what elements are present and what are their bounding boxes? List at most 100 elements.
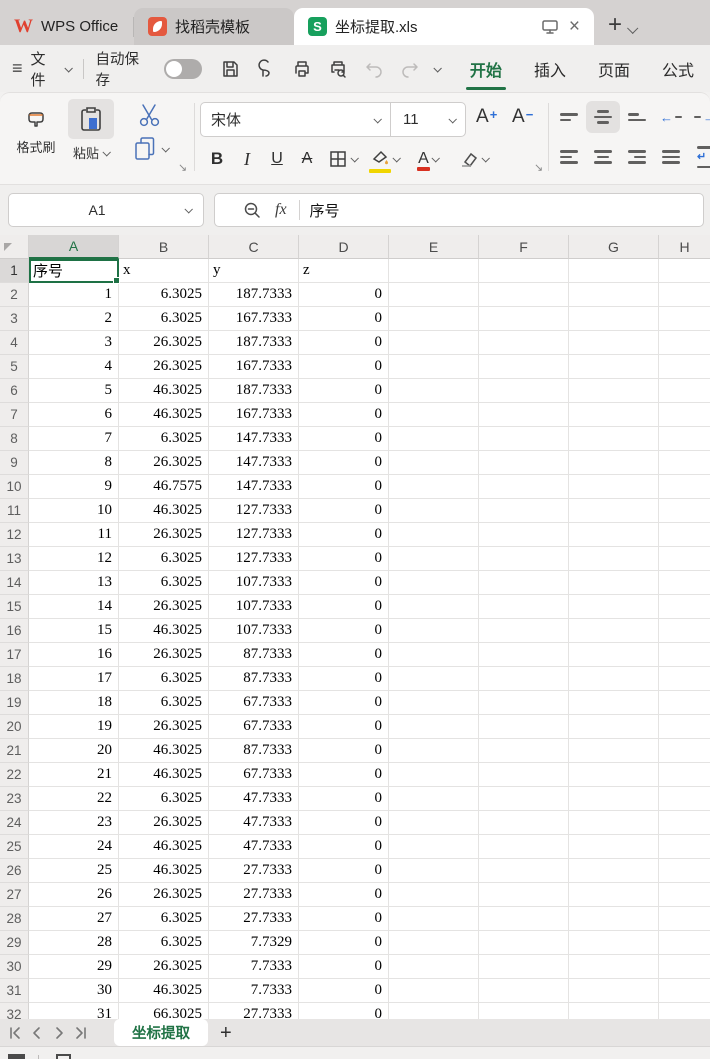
- cell-C32[interactable]: 27.7333: [209, 1003, 299, 1019]
- cell-F6[interactable]: [479, 379, 569, 403]
- cell-D13[interactable]: 0: [299, 547, 389, 571]
- cell-G4[interactable]: [569, 331, 659, 355]
- cell-F2[interactable]: [479, 283, 569, 307]
- row-header-27[interactable]: 27: [0, 883, 29, 907]
- cell-A7[interactable]: 6: [29, 403, 119, 427]
- cell-D15[interactable]: 0: [299, 595, 389, 619]
- cell-B32[interactable]: 66.3025: [119, 1003, 209, 1019]
- cell-E31[interactable]: [389, 979, 479, 1003]
- decrease-font-button[interactable]: A−: [512, 106, 533, 128]
- cell-H31[interactable]: [659, 979, 710, 1003]
- cell-H24[interactable]: [659, 811, 710, 835]
- cell-A19[interactable]: 18: [29, 691, 119, 715]
- print-preview-icon[interactable]: [327, 58, 349, 80]
- cell-D6[interactable]: 0: [299, 379, 389, 403]
- row-header-26[interactable]: 26: [0, 859, 29, 883]
- cell-F29[interactable]: [479, 931, 569, 955]
- align-top-button[interactable]: [552, 101, 586, 133]
- print-icon[interactable]: [291, 58, 313, 80]
- cell-C14[interactable]: 107.7333: [209, 571, 299, 595]
- cell-B4[interactable]: 26.3025: [119, 331, 209, 355]
- column-header-A[interactable]: A: [29, 235, 119, 259]
- cell-H20[interactable]: [659, 715, 710, 739]
- cell-D20[interactable]: 0: [299, 715, 389, 739]
- cell-E20[interactable]: [389, 715, 479, 739]
- cell-C19[interactable]: 67.7333: [209, 691, 299, 715]
- cell-B16[interactable]: 46.3025: [119, 619, 209, 643]
- cell-E23[interactable]: [389, 787, 479, 811]
- column-header-E[interactable]: E: [389, 235, 479, 259]
- cell-A25[interactable]: 24: [29, 835, 119, 859]
- cell-A5[interactable]: 4: [29, 355, 119, 379]
- cell-B9[interactable]: 26.3025: [119, 451, 209, 475]
- cell-E29[interactable]: [389, 931, 479, 955]
- cell-H28[interactable]: [659, 907, 710, 931]
- column-header-H[interactable]: H: [659, 235, 710, 259]
- cell-G21[interactable]: [569, 739, 659, 763]
- cell-H10[interactable]: [659, 475, 710, 499]
- cell-F32[interactable]: [479, 1003, 569, 1019]
- cell-B10[interactable]: 46.7575: [119, 475, 209, 499]
- cell-F13[interactable]: [479, 547, 569, 571]
- cell-B28[interactable]: 6.3025: [119, 907, 209, 931]
- cell-D16[interactable]: 0: [299, 619, 389, 643]
- cell-F16[interactable]: [479, 619, 569, 643]
- row-header-32[interactable]: 32: [0, 1003, 29, 1019]
- cell-F27[interactable]: [479, 883, 569, 907]
- cell-G9[interactable]: [569, 451, 659, 475]
- cell-E2[interactable]: [389, 283, 479, 307]
- row-header-11[interactable]: 11: [0, 499, 29, 523]
- formula-input[interactable]: fx 序号: [214, 193, 704, 227]
- row-header-24[interactable]: 24: [0, 811, 29, 835]
- cell-E10[interactable]: [389, 475, 479, 499]
- cell-A16[interactable]: 15: [29, 619, 119, 643]
- cell-B13[interactable]: 6.3025: [119, 547, 209, 571]
- align-middle-button[interactable]: [586, 101, 620, 133]
- cell-C24[interactable]: 47.7333: [209, 811, 299, 835]
- cell-H16[interactable]: [659, 619, 710, 643]
- cell-C31[interactable]: 7.7333: [209, 979, 299, 1003]
- cell-A1[interactable]: 序号: [29, 259, 119, 283]
- cell-H12[interactable]: [659, 523, 710, 547]
- cell-H32[interactable]: [659, 1003, 710, 1019]
- cell-E9[interactable]: [389, 451, 479, 475]
- tab-list-chevron-icon[interactable]: [627, 23, 638, 34]
- cell-F25[interactable]: [479, 835, 569, 859]
- cell-C11[interactable]: 127.7333: [209, 499, 299, 523]
- cell-E5[interactable]: [389, 355, 479, 379]
- tab-page[interactable]: 页面: [582, 45, 646, 92]
- cell-D17[interactable]: 0: [299, 643, 389, 667]
- cell-F11[interactable]: [479, 499, 569, 523]
- cell-F4[interactable]: [479, 331, 569, 355]
- cell-F31[interactable]: [479, 979, 569, 1003]
- cell-F30[interactable]: [479, 955, 569, 979]
- cell-A31[interactable]: 30: [29, 979, 119, 1003]
- cell-A2[interactable]: 1: [29, 283, 119, 307]
- monitor-icon[interactable]: [541, 19, 559, 35]
- cell-F22[interactable]: [479, 763, 569, 787]
- zoom-search-icon[interactable]: [243, 201, 261, 219]
- cell-B15[interactable]: 26.3025: [119, 595, 209, 619]
- cell-D10[interactable]: 0: [299, 475, 389, 499]
- app-tab-templates[interactable]: 找稻壳模板: [134, 8, 294, 45]
- new-tab-button[interactable]: +: [608, 13, 622, 37]
- align-bottom-button[interactable]: [620, 101, 654, 133]
- cell-C17[interactable]: 87.7333: [209, 643, 299, 667]
- cell-G29[interactable]: [569, 931, 659, 955]
- cell-A32[interactable]: 31: [29, 1003, 119, 1019]
- cell-C2[interactable]: 187.7333: [209, 283, 299, 307]
- cell-B3[interactable]: 6.3025: [119, 307, 209, 331]
- cell-H5[interactable]: [659, 355, 710, 379]
- add-sheet-button[interactable]: +: [220, 1023, 232, 1043]
- cell-D3[interactable]: 0: [299, 307, 389, 331]
- autosave-toggle[interactable]: [164, 59, 202, 79]
- fill-color-button[interactable]: [362, 144, 406, 174]
- cell-H14[interactable]: [659, 571, 710, 595]
- cell-H19[interactable]: [659, 691, 710, 715]
- cell-B25[interactable]: 46.3025: [119, 835, 209, 859]
- cell-F17[interactable]: [479, 643, 569, 667]
- cell-A28[interactable]: 27: [29, 907, 119, 931]
- row-header-13[interactable]: 13: [0, 547, 29, 571]
- export-pdf-icon[interactable]: [255, 58, 277, 80]
- cell-D8[interactable]: 0: [299, 427, 389, 451]
